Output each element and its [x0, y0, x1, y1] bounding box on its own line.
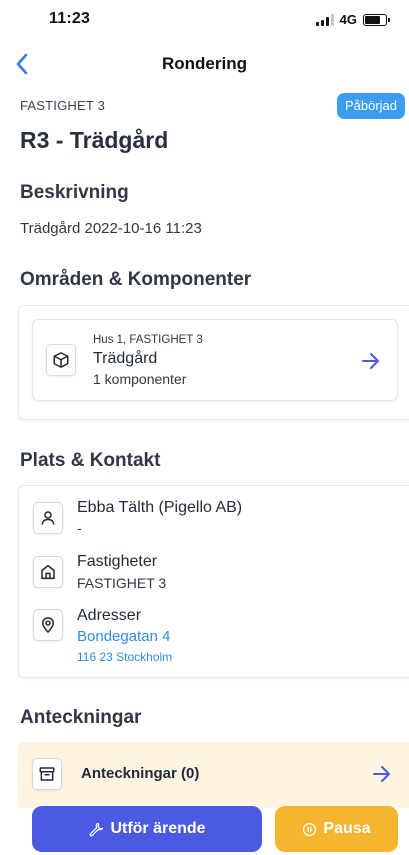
status-badge: Påbörjad — [336, 93, 405, 119]
area-location: Hus 1, FASTIGHET 3 — [93, 334, 203, 346]
pause-icon — [303, 822, 317, 836]
battery-icon — [363, 13, 390, 26]
notes-label: Anteckningar (0) — [81, 765, 200, 782]
contact-card: Ebba Tälth (Pigello AB) - Fastigheter FA… — [18, 485, 409, 678]
pause-button[interactable]: Pausa — [275, 806, 398, 852]
property-label: FASTIGHET 3 — [20, 98, 106, 113]
properties-label: Fastigheter — [77, 553, 158, 570]
areas-heading: Områden & Komponenter — [20, 269, 252, 290]
page-title: R3 - Trädgård — [20, 127, 169, 153]
perform-task-button[interactable]: Utför ärende — [32, 806, 262, 852]
notes-item[interactable]: Anteckningar (0) — [18, 742, 409, 808]
area-arrow[interactable] — [359, 349, 383, 373]
cube-icon — [53, 352, 69, 368]
address-label: Adresser — [77, 607, 142, 624]
status-indicators: 4G — [315, 12, 390, 27]
nav-title: Rondering — [162, 54, 247, 73]
area-item[interactable]: Hus 1, FASTIGHET 3 Trädgård 1 komponente… — [32, 319, 398, 401]
areas-card: Hus 1, FASTIGHET 3 Trädgård 1 komponente… — [18, 305, 409, 420]
contact-heading: Plats & Kontakt — [20, 450, 161, 471]
properties-value: FASTIGHET 3 — [77, 575, 167, 591]
map-pin-icon — [42, 617, 54, 633]
contact-detail: - — [77, 520, 82, 536]
status-bar: 11:23 4G — [0, 0, 409, 44]
address-street-link[interactable]: Bondegatan 4 — [77, 628, 170, 645]
area-name: Trädgård — [93, 350, 158, 367]
description-text: Trädgård 2022-10-16 11:23 — [20, 220, 202, 237]
status-time: 11:23 — [49, 10, 91, 27]
notes-arrow[interactable] — [370, 762, 394, 786]
archive-icon-box — [32, 758, 62, 790]
home-icon-box — [33, 556, 63, 588]
arrow-right-icon — [362, 353, 379, 369]
network-type: 4G — [339, 12, 357, 27]
archive-icon — [39, 767, 55, 781]
description-heading: Beskrivning — [20, 182, 129, 203]
user-icon-box — [33, 502, 63, 534]
user-icon — [41, 511, 55, 525]
signal-icon — [315, 13, 334, 26]
pause-label: Pausa — [323, 820, 371, 837]
map-pin-icon-box — [33, 609, 63, 641]
address-postal: 116 23 Stockholm — [77, 650, 173, 664]
wrench-icon — [89, 822, 104, 837]
area-components: 1 komponenter — [93, 371, 187, 387]
arrow-right-icon — [373, 766, 390, 782]
notes-heading: Anteckningar — [20, 707, 142, 728]
perform-task-label: Utför ärende — [110, 820, 206, 837]
cube-icon-box — [46, 344, 76, 376]
home-icon — [41, 564, 55, 580]
contact-name: Ebba Tälth (Pigello AB) — [77, 499, 243, 516]
nav-bar: Rondering — [0, 44, 409, 86]
